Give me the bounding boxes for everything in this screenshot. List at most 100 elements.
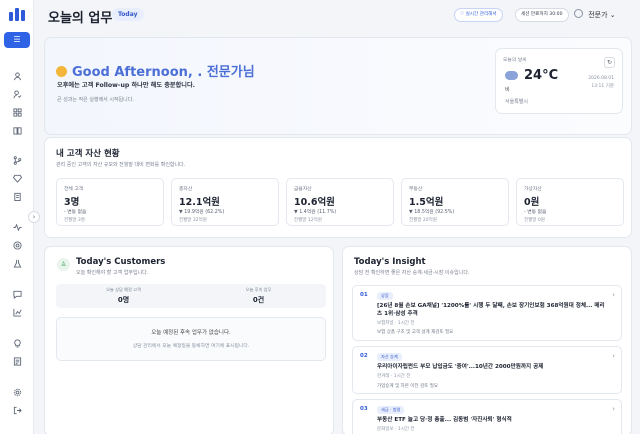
asset-prev: 전월말 3명 xyxy=(64,218,85,223)
weather-condition: 비 xyxy=(505,87,510,93)
sidebar-collapse-button[interactable]: › xyxy=(28,211,40,223)
bulb-icon[interactable] xyxy=(10,339,24,353)
stat-followup: 오늘 후속 업무 0건 xyxy=(191,287,326,305)
user-avatar-icon xyxy=(574,9,583,18)
book-icon[interactable] xyxy=(10,126,24,140)
asset-prev: 전월말 12억원 xyxy=(294,218,322,223)
realtime-manage-button[interactable]: ♡ 실시간 관리해서 xyxy=(454,8,503,22)
asset-label: 금융자산 xyxy=(294,187,312,192)
insight-tag: 세금 · 법령 xyxy=(377,406,405,414)
asset-prev: 전월말 0원 xyxy=(524,218,545,223)
asset-label: 총자산 xyxy=(179,187,193,192)
weather-location: 서울특별시 xyxy=(505,99,529,105)
weather-date: 2026.08.01 xyxy=(588,76,614,81)
asset-label: 부동산 xyxy=(409,187,423,192)
weather-time: 13:11 기준 xyxy=(591,84,614,89)
asset-card-customers[interactable]: 전체 고객 3명 - 변동 없음 전월말 3명 xyxy=(56,178,164,226)
asset-card-financial[interactable]: 금융자산 10.6억원 ▼ 1.4억원 (11.7%) 전월말 12억원 xyxy=(286,178,394,226)
asset-subtitle: 관리 중인 고객의 자산 규모와 전월말 대비 변화를 확인합니다. xyxy=(56,162,186,168)
asset-change: ▼ 18.5억원 (92.5%) xyxy=(409,210,455,215)
insight-source: 보험저널 · 1시간 전 xyxy=(377,321,415,326)
users-icon[interactable] xyxy=(10,72,24,86)
insight-number: 01 xyxy=(360,292,368,298)
insight-desc: 보험 상품 구조 및 고객 설계 재검토 필요 xyxy=(377,330,454,335)
empty-title: 오늘 예정된 후속 업무가 없습니다. xyxy=(151,330,231,336)
asset-change: ▼ 19.9억원 (62.2%) xyxy=(179,210,225,215)
asset-value: 12.1억원 xyxy=(179,197,220,208)
weather-label: 오늘의 날씨 xyxy=(503,58,527,63)
stat-value: 0명 xyxy=(117,296,130,304)
today-badge: Today xyxy=(112,8,144,21)
asset-summary-card: 내 고객 자산 현황 관리 중인 고객의 자산 규모와 전월말 대비 변화를 확… xyxy=(44,137,632,238)
insight-source: 문화일보 · 1시간 전 xyxy=(377,427,415,432)
chevron-right-icon: › xyxy=(612,352,615,360)
target-icon[interactable] xyxy=(10,241,24,255)
settings-icon[interactable] xyxy=(10,388,24,402)
insight-headline: 부동산 ETF 늘고 당·정 총출... 김동범 '자진사퇴' 형식적 xyxy=(377,417,512,423)
activity-icon[interactable] xyxy=(10,223,24,237)
stat-value: 0건 xyxy=(252,296,265,304)
asset-change: ▼ 1.4억원 (11.7%) xyxy=(294,210,337,215)
grid-icon[interactable] xyxy=(10,108,24,122)
list-icon[interactable] xyxy=(10,357,24,371)
insight-item[interactable]: 03 세금 · 법령 부동산 ETF 늘고 당·정 총출... 김동범 '자진사… xyxy=(352,399,622,434)
insight-headline: 우리아이자립펀드 부모 납입금도 '증여'...10년간 2000만원까지 공제 xyxy=(377,364,544,370)
asset-value: 1.5억원 xyxy=(409,197,444,208)
user-menu[interactable]: 전문가 ⌄ xyxy=(574,7,634,23)
customers-subtitle: 오늘 확인해야 할 고객 업무입니다. xyxy=(76,270,149,276)
insight-title: Today's Insight xyxy=(354,257,426,267)
asset-label: 전체 고객 xyxy=(64,187,84,192)
logout-icon[interactable] xyxy=(10,406,24,420)
insight-item[interactable]: 02 자산 승계 우리아이자립펀드 부모 납입금도 '증여'...10년간 20… xyxy=(352,346,622,394)
greeting-title: Good Afternoon, . 전문가님 xyxy=(56,61,255,80)
user-check-icon[interactable] xyxy=(10,90,24,104)
insight-source: 한겨레 · 1시간 전 xyxy=(377,374,411,379)
app-logo[interactable] xyxy=(9,8,25,21)
customer-stats: 오늘 상담 예정 고객 0명 오늘 후속 업무 0건 xyxy=(56,284,326,308)
greeting-line2: 큰 성과는 작은 실행에서 시작됩니다. xyxy=(57,97,134,103)
refresh-icon[interactable]: ↻ xyxy=(604,57,615,68)
asset-change: - 변동 없음 xyxy=(64,210,87,215)
insight-headline: [26년 8월 손보 GA채널] '1200%룰' 시행 두 달째, 손보 장기… xyxy=(377,303,605,317)
insight-item[interactable]: 01 상증 [26년 8월 손보 GA채널] '1200%룰' 시행 두 달째,… xyxy=(352,285,622,341)
chart-icon[interactable] xyxy=(10,308,24,322)
empty-subtitle: 상담 관리에서 오늘 예정일을 등록하면 여기에 표시됩니다. xyxy=(132,344,250,349)
session-timer-button[interactable]: 세션 만료까지 30:00 xyxy=(515,8,569,22)
rain-cloud-icon xyxy=(505,71,518,80)
weather-temp: 24°C xyxy=(524,68,559,83)
insight-tag: 자산 승계 xyxy=(377,353,402,361)
todays-customers-card: ♙ Today's Customers 오늘 확인해야 할 고객 업무입니다. … xyxy=(44,246,334,434)
empty-state: 오늘 예정된 후속 업무가 없습니다. 상담 관리에서 오늘 예정일을 등록하면… xyxy=(56,317,326,361)
diamond-icon[interactable] xyxy=(10,174,24,188)
asset-label: 가상자산 xyxy=(524,187,542,192)
asset-prev: 전월말 20억원 xyxy=(409,218,437,223)
page-title: 오늘의 업무 xyxy=(48,11,113,26)
asset-title: 내 고객 자산 현황 xyxy=(56,149,120,159)
chevron-right-icon: › xyxy=(612,405,615,413)
asset-prev: 전월말 32억원 xyxy=(179,218,207,223)
stat-consult: 오늘 상담 예정 고객 0명 xyxy=(56,287,191,305)
insight-desc: 가업승계 및 자본 이전 검토 필요 xyxy=(377,384,438,389)
flask-icon[interactable] xyxy=(10,259,24,273)
weather-card: 오늘의 날씨 ↻ 24°C 2026.08.01 13:11 기준 비 서울특별… xyxy=(495,48,623,114)
asset-value: 3명 xyxy=(64,197,80,208)
greeting-text: Good Afternoon, . 전문가님 xyxy=(72,65,255,80)
menu-button[interactable]: ☰ xyxy=(4,32,30,48)
chat-icon[interactable] xyxy=(10,290,24,304)
stat-label: 오늘 상담 예정 고객 xyxy=(106,287,141,292)
asset-value: 0원 xyxy=(524,197,540,208)
asset-change: - 변동 없음 xyxy=(524,210,547,215)
insight-number: 03 xyxy=(360,406,368,412)
asset-value: 10.6억원 xyxy=(294,197,335,208)
asset-card-crypto[interactable]: 가상자산 0원 - 변동 없음 전월말 0원 xyxy=(516,178,624,226)
clipboard-icon[interactable] xyxy=(10,192,24,206)
asset-card-realestate[interactable]: 부동산 1.5억원 ▼ 18.5억원 (92.5%) 전월말 20억원 xyxy=(401,178,509,226)
insight-subtitle: 상담 전 확인하면 좋은 자산 승계·세금·시장 이슈입니다. xyxy=(354,270,470,276)
greeting-line1: 오후에는 고객 Follow-up 하나만 해도 충분합니다. xyxy=(57,82,196,89)
user-name: 전문가 ⌄ xyxy=(588,11,616,19)
customers-title: Today's Customers xyxy=(76,257,166,267)
branch-icon[interactable] xyxy=(10,156,24,170)
insight-tag: 상증 xyxy=(377,292,393,300)
insight-number: 02 xyxy=(360,353,368,359)
asset-card-total[interactable]: 총자산 12.1억원 ▼ 19.9억원 (62.2%) 전월말 32억원 xyxy=(171,178,279,226)
